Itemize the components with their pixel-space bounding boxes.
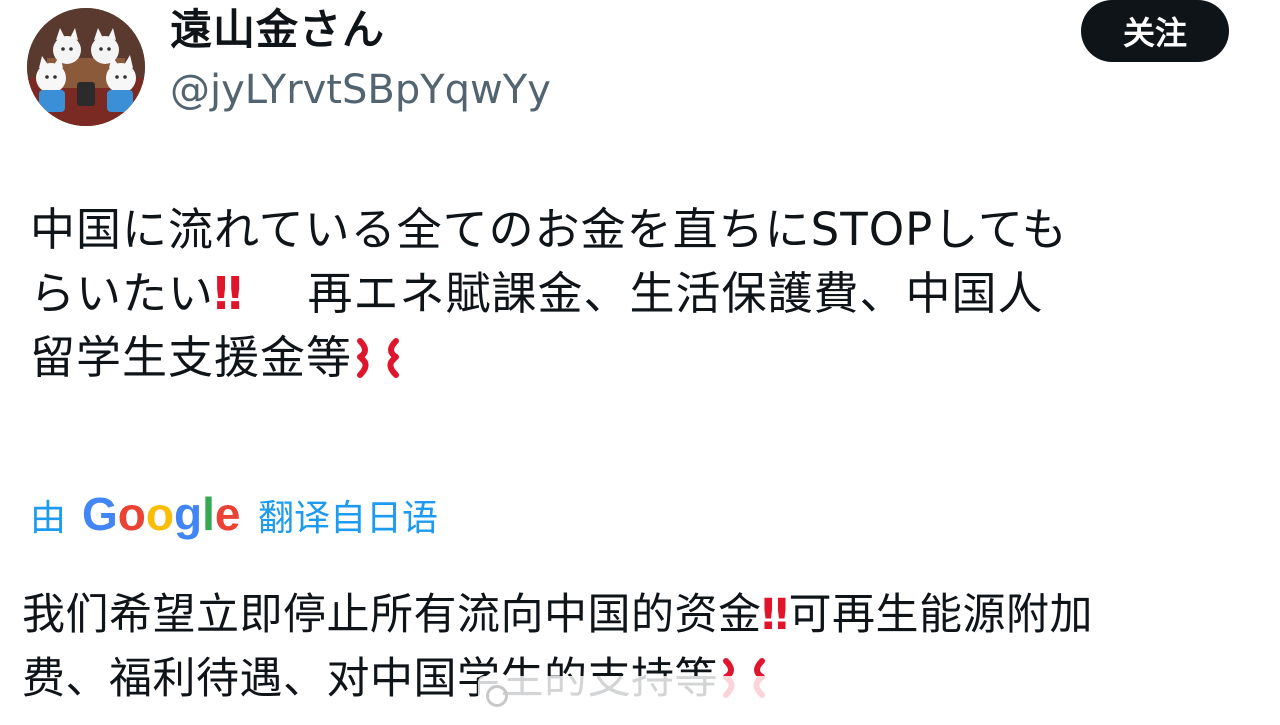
tweet-text: 中国に流れている全てのお金を直ちにSTOPしても らいたい‼ 再エネ賦課金、生活… [30,198,1250,390]
translation-prefix: 由 [30,498,67,539]
watermark-logo-icon [486,685,508,707]
translated-text-part-1: 我们希望立即停止所有流向中国的资金 [22,590,762,640]
double-exclamation-icon: ‼ [214,267,242,320]
watermark [478,676,804,716]
google-logo: Google Google [82,490,242,540]
double-exclamation-icon: ‼ [761,590,789,640]
tweet-text-line-1: 中国に流れている全てのお金を直ちにSTOPしても [30,203,1068,256]
tweet-header: 遠山金さん @jyLYrvtSBpYqwYy 关注 [0,0,1280,130]
google-logo-icon: Google [82,490,240,540]
follow-button[interactable]: 关注 [1081,0,1229,62]
tweet-text-line-3: 留学生支援金等 [30,331,353,384]
tweet-text-line-2b: 再エネ賦課金、生活保護費、中国人 [307,267,1044,320]
translation-suffix: 翻译自日语 [258,498,439,539]
translated-text-part-2: 可再生能源附加 [788,590,1093,640]
svg-text:Google: Google [82,490,240,540]
anger-symbol-icon [357,338,400,378]
tweet-text-line-2a: らいたい [30,267,215,320]
avatar[interactable] [27,8,145,126]
cats-avatar-image [27,8,145,126]
display-name[interactable]: 遠山金さん [170,2,385,58]
user-handle[interactable]: @jyLYrvtSBpYqwYy [170,64,551,116]
translation-attribution[interactable]: 由 Google Google 翻译自日语 [30,483,438,547]
